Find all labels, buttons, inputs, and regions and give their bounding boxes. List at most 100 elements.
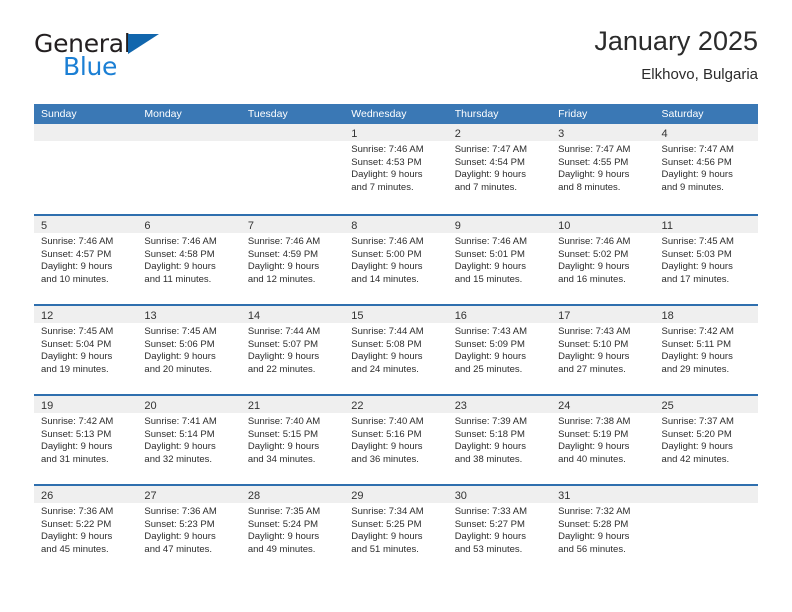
- daylight-text: and 56 minutes.: [558, 543, 626, 555]
- week-row: 12 Sunrise: 7:45 AM Sunset: 5:04 PM Dayligh…: [34, 304, 758, 394]
- daylight-text: and 14 minutes.: [351, 273, 419, 285]
- daylight-text: and 20 minutes.: [144, 363, 213, 375]
- day-cell[interactable]: 25 Sunrise: 7:37 AM Sunset: 5:20 PM Dayligh…: [654, 396, 758, 484]
- day-cell[interactable]: 24 Sunrise: 7:38 AM Sunset: 5:19 PM Dayligh…: [551, 396, 655, 484]
- sunset-text: Sunset: 5:19 PM: [558, 428, 629, 440]
- day-cell[interactable]: 23 Sunrise: 7:39 AM Sunset: 5:18 PM Dayligh…: [447, 396, 552, 484]
- daylight-text: Daylight: 9 hours: [247, 441, 320, 453]
- week-row: 1 Sunrise: 7:46 AM Sunset: 4:53 PM Daylight…: [34, 124, 758, 214]
- day-cell[interactable]: 3 Sunrise: 7:47 AM Sunset: 4:55 PM Daylight…: [551, 124, 655, 214]
- day-cell[interactable]: 16 Sunrise: 7:43 AM Sunset: 5:09 PM Dayligh…: [447, 306, 552, 394]
- daylight-text: and 8 minutes.: [558, 181, 621, 193]
- sunrise-text: Sunrise: 7:41 AM: [144, 416, 217, 427]
- day-cell[interactable]: 28 Sunrise: 7:35 AM Sunset: 5:24 PM Dayligh…: [240, 486, 345, 574]
- day-number: 28: [247, 490, 261, 502]
- day-number-band: 19: [34, 396, 138, 413]
- sunset-text: Sunset: 5:01 PM: [454, 248, 525, 260]
- daylight-text: Daylight: 9 hours: [351, 531, 423, 543]
- day-info: Sunrise: 7:44 AM Sunset: 5:08 PM Daylight:…: [344, 323, 447, 376]
- day-number: 29: [351, 490, 364, 502]
- daylight-text: and 32 minutes.: [144, 453, 213, 465]
- sunrise-text: Sunrise: 7:33 AM: [454, 506, 528, 517]
- day-number: 7: [247, 220, 254, 232]
- sunset-text: Sunset: 5:07 PM: [247, 338, 319, 350]
- sunset-text: Sunset: 5:00 PM: [351, 248, 422, 260]
- day-number: 31: [558, 490, 571, 502]
- day-cell[interactable]: 20 Sunrise: 7:41 AM Sunset: 5:14 PM Dayligh…: [137, 396, 241, 484]
- daylight-text: Daylight: 9 hours: [661, 441, 733, 453]
- daylight-text: and 36 minutes.: [351, 453, 419, 465]
- day-cell[interactable]: 8 Sunrise: 7:46 AM Sunset: 5:00 PM Daylight…: [344, 216, 448, 304]
- day-cell[interactable]: 4 Sunrise: 7:47 AM Sunset: 4:56 PM Daylight…: [654, 124, 758, 214]
- daylight-text: Daylight: 9 hours: [351, 441, 423, 453]
- daylight-text: Daylight: 9 hours: [558, 169, 630, 181]
- day-info: Sunrise: 7:41 AM Sunset: 5:14 PM Daylight:…: [137, 413, 240, 466]
- day-cell[interactable]: 31 Sunrise: 7:32 AM Sunset: 5:28 PM Dayligh…: [551, 486, 655, 574]
- sunrise-text: Sunrise: 7:43 AM: [454, 326, 528, 337]
- day-number-band: [240, 124, 345, 141]
- day-cell[interactable]: 17 Sunrise: 7:43 AM Sunset: 5:10 PM Dayligh…: [551, 306, 655, 394]
- day-cell[interactable]: 22 Sunrise: 7:40 AM Sunset: 5:16 PM Dayligh…: [344, 396, 448, 484]
- day-info: Sunrise: 7:46 AM Sunset: 5:01 PM Daylight:…: [448, 233, 551, 286]
- sunset-text: Sunset: 5:24 PM: [247, 518, 319, 530]
- day-number: 30: [454, 490, 467, 502]
- day-cell[interactable]: 29 Sunrise: 7:34 AM Sunset: 5:25 PM Dayligh…: [344, 486, 448, 574]
- day-info: Sunrise: 7:47 AM Sunset: 4:54 PM Daylight:…: [448, 141, 551, 194]
- sunrise-text: Sunrise: 7:45 AM: [661, 236, 734, 247]
- day-cell[interactable]: 5 Sunrise: 7:46 AM Sunset: 4:57 PM Daylight…: [34, 216, 138, 304]
- sunset-text: Sunset: 5:15 PM: [247, 428, 319, 440]
- daylight-text: and 22 minutes.: [247, 363, 316, 375]
- day-cell[interactable]: 10 Sunrise: 7:46 AM Sunset: 5:02 PM Dayligh…: [551, 216, 655, 304]
- daylight-text: Daylight: 9 hours: [558, 351, 630, 363]
- day-number-band: 22: [344, 396, 448, 413]
- generalblue-logo[interactable]: General Blue: [34, 30, 214, 86]
- day-number: 4: [661, 128, 668, 140]
- day-number: 15: [351, 310, 364, 322]
- day-number-band: 17: [551, 306, 655, 323]
- day-number: 16: [454, 310, 467, 322]
- day-number-band: 10: [551, 216, 655, 233]
- day-cell[interactable]: 6 Sunrise: 7:46 AM Sunset: 4:58 PM Daylight…: [137, 216, 241, 304]
- sunrise-text: Sunrise: 7:46 AM: [144, 236, 217, 247]
- day-number-band: 4: [654, 124, 758, 141]
- day-cell[interactable]: 26 Sunrise: 7:36 AM Sunset: 5:22 PM Dayligh…: [34, 486, 138, 574]
- day-number-band: 9: [447, 216, 552, 233]
- day-number-band: 21: [240, 396, 345, 413]
- daylight-text: Daylight: 9 hours: [41, 441, 113, 453]
- day-cell[interactable]: 15 Sunrise: 7:44 AM Sunset: 5:08 PM Dayligh…: [344, 306, 448, 394]
- sunrise-text: Sunrise: 7:46 AM: [454, 236, 528, 247]
- day-cell[interactable]: 9 Sunrise: 7:46 AM Sunset: 5:01 PM Daylight…: [447, 216, 552, 304]
- sunset-text: Sunset: 5:04 PM: [41, 338, 112, 350]
- day-cell[interactable]: 18 Sunrise: 7:42 AM Sunset: 5:11 PM Dayligh…: [654, 306, 758, 394]
- sunrise-text: Sunrise: 7:32 AM: [558, 506, 631, 517]
- day-cell[interactable]: 1 Sunrise: 7:46 AM Sunset: 4:53 PM Daylight…: [344, 124, 448, 214]
- day-number: 9: [454, 220, 461, 232]
- day-cell[interactable]: 30 Sunrise: 7:33 AM Sunset: 5:27 PM Dayligh…: [447, 486, 552, 574]
- day-cell[interactable]: 19 Sunrise: 7:42 AM Sunset: 5:13 PM Dayligh…: [34, 396, 138, 484]
- day-cell[interactable]: 11 Sunrise: 7:45 AM Sunset: 5:03 PM Dayligh…: [654, 216, 758, 304]
- day-cell[interactable]: 13 Sunrise: 7:45 AM Sunset: 5:06 PM Dayligh…: [137, 306, 241, 394]
- day-info: Sunrise: 7:43 AM Sunset: 5:10 PM Daylight:…: [551, 323, 654, 376]
- day-number: 27: [144, 490, 157, 502]
- day-cell[interactable]: 7 Sunrise: 7:46 AM Sunset: 4:59 PM Daylight…: [240, 216, 345, 304]
- day-cell[interactable]: 12 Sunrise: 7:45 AM Sunset: 5:04 PM Dayligh…: [34, 306, 138, 394]
- day-cell-empty: [137, 124, 241, 214]
- day-info: Sunrise: 7:32 AM Sunset: 5:28 PM Daylight:…: [551, 503, 654, 556]
- day-number-band: 24: [551, 396, 655, 413]
- day-info: Sunrise: 7:46 AM Sunset: 5:02 PM Daylight:…: [551, 233, 654, 286]
- day-cell[interactable]: 2 Sunrise: 7:47 AM Sunset: 4:54 PM Daylight…: [447, 124, 552, 214]
- day-cell[interactable]: 27 Sunrise: 7:36 AM Sunset: 5:23 PM Dayligh…: [137, 486, 241, 574]
- sunrise-text: Sunrise: 7:36 AM: [41, 506, 114, 517]
- sunset-text: Sunset: 4:54 PM: [454, 156, 525, 168]
- sunset-text: Sunset: 5:18 PM: [454, 428, 525, 440]
- day-number: 21: [247, 400, 261, 412]
- day-info: Sunrise: 7:46 AM Sunset: 4:59 PM Daylight:…: [241, 233, 344, 286]
- week-row: 5 Sunrise: 7:46 AM Sunset: 4:57 PM Daylight…: [34, 214, 758, 304]
- sunset-text: Sunset: 5:27 PM: [454, 518, 525, 530]
- day-number-band: 5: [34, 216, 138, 233]
- day-number-band: 8: [344, 216, 448, 233]
- day-number: 26: [41, 490, 54, 502]
- day-cell[interactable]: 14 Sunrise: 7:44 AM Sunset: 5:07 PM Dayligh…: [240, 306, 345, 394]
- sunset-text: Sunset: 4:57 PM: [41, 248, 112, 260]
- day-cell[interactable]: 21 Sunrise: 7:40 AM Sunset: 5:15 PM Dayligh…: [240, 396, 345, 484]
